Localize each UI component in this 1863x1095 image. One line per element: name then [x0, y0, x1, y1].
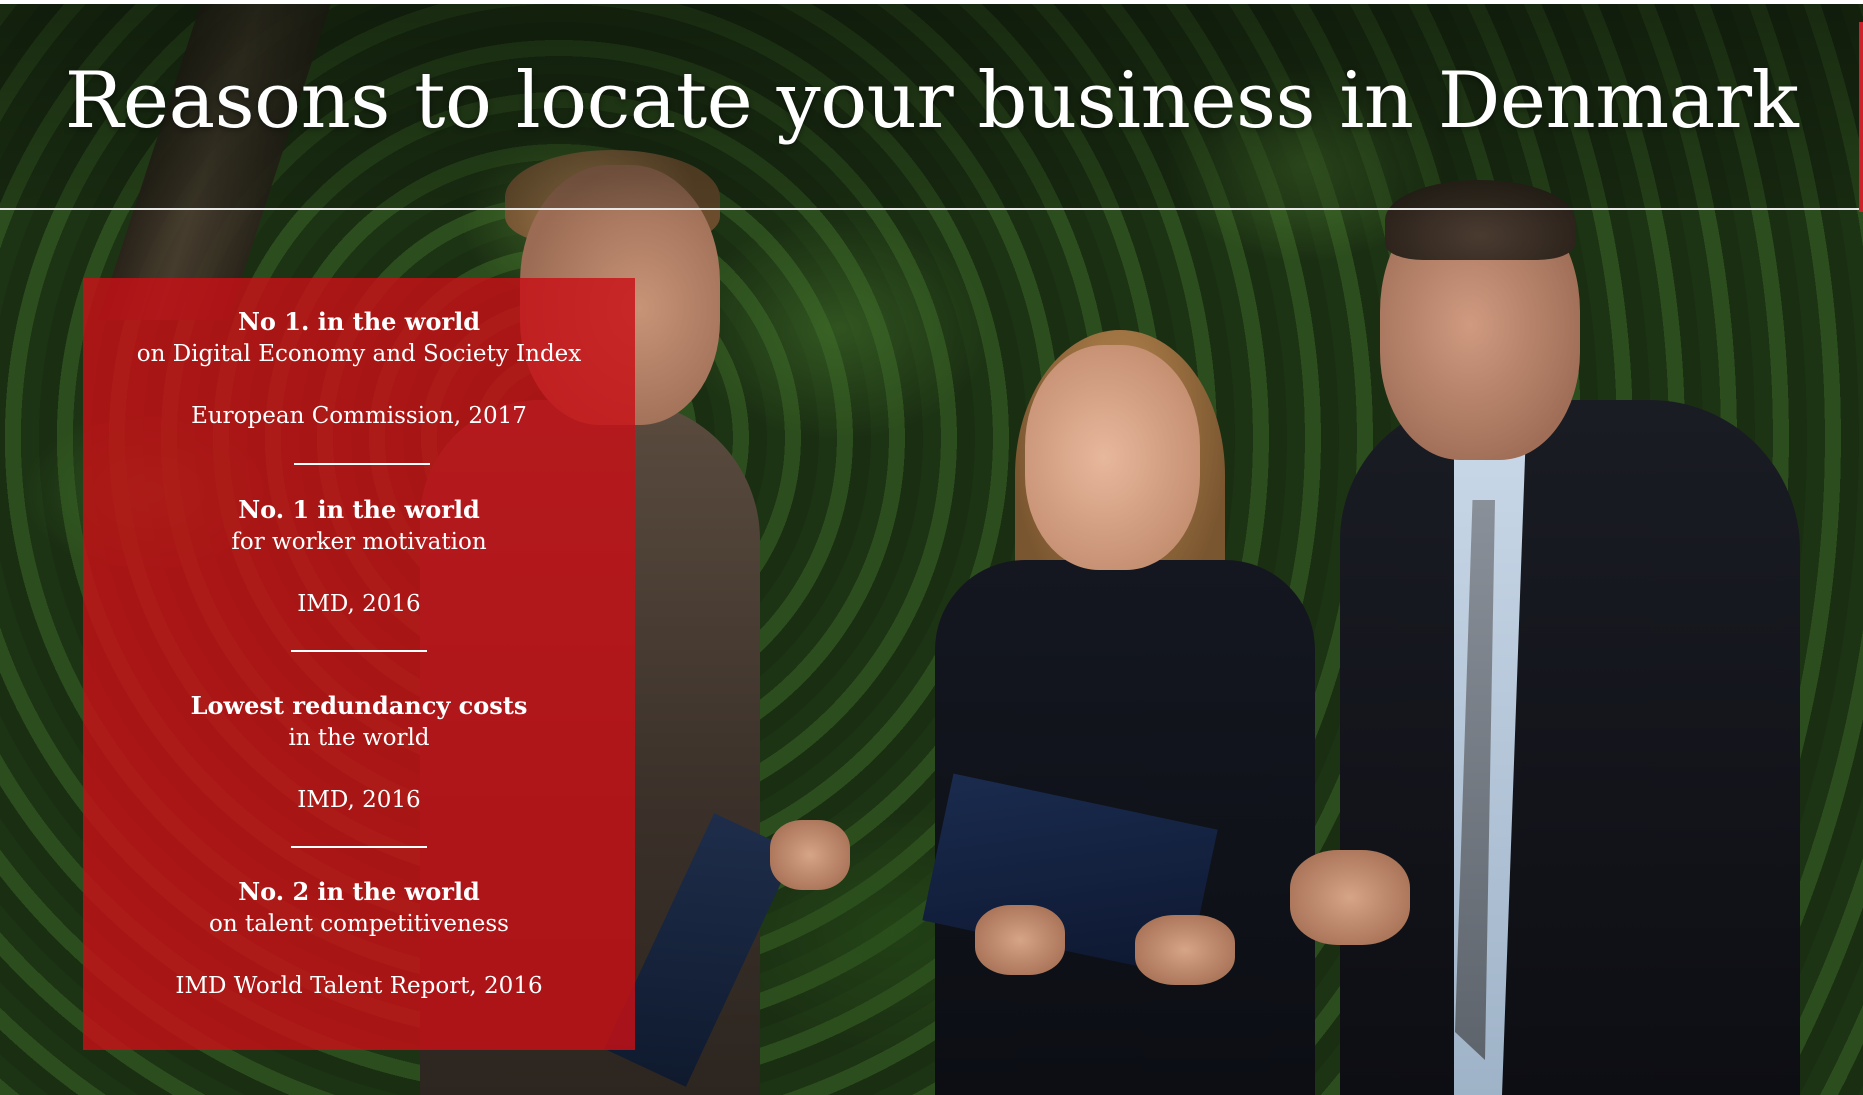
- stat-item: No. 1 in the world for worker motivation…: [83, 494, 635, 620]
- stat-source: European Commission, 2017: [191, 403, 527, 429]
- stat-detail: in the world: [288, 725, 430, 751]
- stat-source: IMD World Talent Report, 2016: [175, 973, 543, 999]
- hand: [770, 820, 850, 890]
- red-accent-edge: [1859, 22, 1863, 212]
- person-right-body: [1340, 400, 1800, 1095]
- stat-detail: on talent competitiveness: [209, 911, 509, 937]
- stat-item: No 1. in the world on Digital Economy an…: [83, 306, 635, 432]
- stat-headline: Lowest redundancy costs: [190, 691, 528, 720]
- stat-headline: No. 1 in the world: [238, 495, 480, 524]
- stat-divider: [294, 463, 430, 465]
- stat-source: IMD, 2016: [297, 787, 421, 813]
- stats-panel: No 1. in the world on Digital Economy an…: [83, 278, 635, 1050]
- stat-detail: for worker motivation: [231, 529, 487, 555]
- stat-headline: No 1. in the world: [237, 307, 480, 336]
- stat-detail: on Digital Economy and Society Index: [136, 341, 582, 367]
- hand: [1135, 915, 1235, 985]
- page-title: Reasons to locate your business in Denma…: [64, 56, 1799, 146]
- stat-divider: [291, 650, 427, 652]
- top-edge: [0, 0, 1863, 4]
- stat-divider: [291, 846, 427, 848]
- hand: [1290, 850, 1410, 945]
- stat-headline: No. 2 in the world: [238, 877, 480, 906]
- title-divider: [0, 208, 1863, 210]
- hand: [975, 905, 1065, 975]
- person-middle-head: [1025, 345, 1200, 570]
- stat-item: No. 2 in the world on talent competitive…: [83, 876, 635, 1002]
- stat-item: Lowest redundancy costs in the world IMD…: [83, 690, 635, 816]
- stat-source: IMD, 2016: [297, 591, 421, 617]
